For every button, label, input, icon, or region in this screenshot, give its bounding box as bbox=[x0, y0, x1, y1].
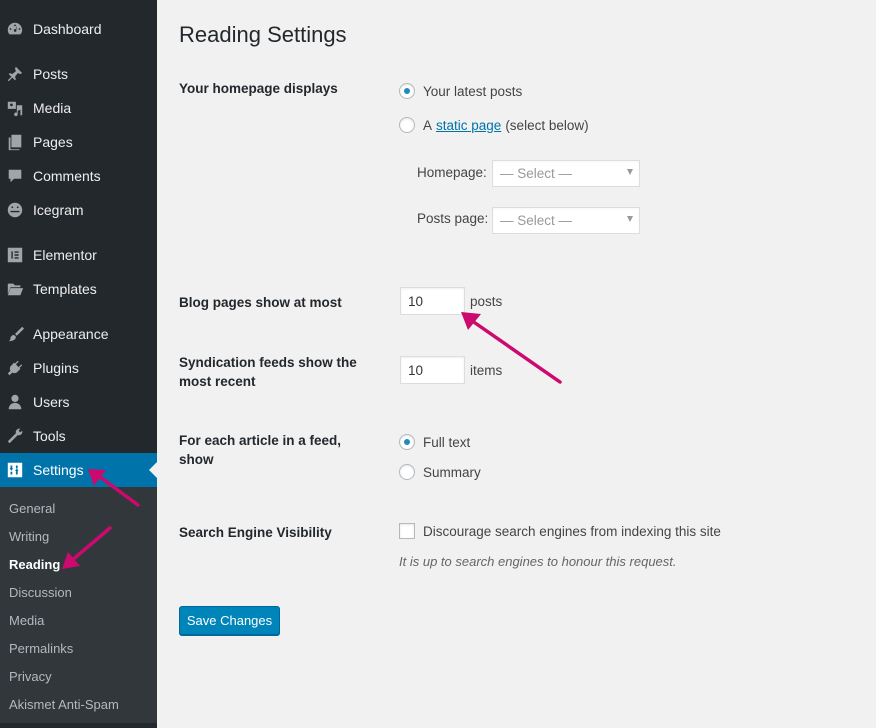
folder-icon bbox=[5, 279, 25, 299]
user-icon bbox=[5, 392, 25, 412]
latest-posts-label: Your latest posts bbox=[423, 83, 523, 99]
submenu-item-writing[interactable]: Writing bbox=[9, 529, 49, 544]
wrench-icon bbox=[5, 426, 25, 446]
sidebar-item-label: Icegram bbox=[33, 202, 84, 218]
summary-option[interactable]: Summary bbox=[399, 464, 481, 480]
syndication-label-line2: most recent bbox=[179, 374, 256, 389]
syndication-unit: items bbox=[470, 363, 503, 378]
sidebar-item-media[interactable]: Media bbox=[0, 91, 157, 125]
search-visibility-description: It is up to search engines to honour thi… bbox=[399, 554, 677, 569]
submenu-item-discussion[interactable]: Discussion bbox=[9, 585, 72, 600]
blog-pages-label: Blog pages show at most bbox=[179, 295, 342, 310]
sidebar-item-settings[interactable]: Settings bbox=[0, 453, 157, 487]
active-menu-pointer bbox=[149, 462, 157, 478]
static-page-link[interactable]: static page bbox=[436, 118, 501, 133]
posts-page-select-value: — Select — bbox=[500, 213, 573, 228]
sidebar-item-label: Tools bbox=[33, 428, 66, 444]
sidebar-item-comments[interactable]: Comments bbox=[0, 159, 157, 193]
summary-label: Summary bbox=[423, 464, 481, 480]
posts-page-select[interactable]: — Select — bbox=[492, 207, 640, 234]
elementor-icon bbox=[5, 245, 25, 265]
icegram-icon bbox=[5, 200, 25, 220]
feed-article-label: For each article in a feed, show bbox=[179, 433, 342, 467]
pages-icon bbox=[5, 132, 25, 152]
paintbrush-icon bbox=[5, 324, 25, 344]
search-visibility-label: Search Engine Visibility bbox=[179, 525, 332, 540]
submenu-item-permalinks[interactable]: Permalinks bbox=[9, 641, 73, 656]
homepage-select[interactable]: — Select — bbox=[492, 160, 640, 187]
sidebar-item-label: Posts bbox=[33, 66, 69, 82]
static-page-radio[interactable] bbox=[399, 117, 415, 133]
admin-sidebar: Dashboard Posts Media Pages Comments Ice… bbox=[0, 0, 157, 728]
sidebar-item-dashboard[interactable]: Dashboard bbox=[0, 12, 157, 46]
syndication-label-line1: Syndication feeds show the bbox=[179, 355, 357, 370]
chevron-down-icon bbox=[627, 169, 633, 175]
sidebar-item-label: Pages bbox=[33, 134, 73, 150]
sidebar-item-posts[interactable]: Posts bbox=[0, 57, 157, 91]
submenu-item-general[interactable]: General bbox=[9, 501, 55, 516]
media-icon bbox=[5, 98, 25, 118]
posts-page-select-label: Posts page: bbox=[417, 211, 489, 226]
discourage-search-label: Discourage search engines from indexing … bbox=[423, 523, 721, 539]
sidebar-item-users[interactable]: Users bbox=[0, 385, 157, 419]
submenu-item-reading[interactable]: Reading bbox=[9, 557, 60, 572]
syndication-input[interactable]: 10 bbox=[400, 356, 465, 384]
wp-admin-screen: Dashboard Posts Media Pages Comments Ice… bbox=[0, 0, 876, 728]
plug-icon bbox=[5, 358, 25, 378]
homepage-select-value: — Select — bbox=[500, 166, 573, 181]
sidebar-item-label: Templates bbox=[33, 281, 97, 297]
homepage-displays-label: Your homepage displays bbox=[179, 81, 338, 96]
full-text-option[interactable]: Full text bbox=[399, 434, 470, 450]
save-changes-button[interactable]: Save Changes bbox=[179, 606, 280, 635]
sidebar-item-tools[interactable]: Tools bbox=[0, 419, 157, 453]
sidebar-item-label: Plugins bbox=[33, 360, 79, 376]
static-page-suffix: (select below) bbox=[505, 117, 589, 133]
blog-pages-input[interactable]: 10 bbox=[400, 287, 465, 315]
full-text-label: Full text bbox=[423, 434, 471, 450]
dashboard-icon bbox=[5, 19, 25, 39]
sidebar-item-label: Appearance bbox=[33, 326, 109, 342]
static-page-prefix: A bbox=[423, 117, 433, 133]
sidebar-item-templates[interactable]: Templates bbox=[0, 272, 157, 306]
discourage-search-option[interactable]: Discourage search engines from indexing … bbox=[399, 523, 721, 539]
sidebar-item-pages[interactable]: Pages bbox=[0, 125, 157, 159]
full-text-radio[interactable] bbox=[399, 434, 415, 450]
pin-icon bbox=[5, 64, 25, 84]
sidebar-item-label: Dashboard bbox=[33, 21, 102, 37]
sidebar-item-elementor[interactable]: Elementor bbox=[0, 238, 157, 272]
latest-posts-option[interactable]: Your latest posts bbox=[399, 83, 522, 99]
chevron-down-icon bbox=[627, 216, 633, 222]
sidebar-item-label: Comments bbox=[33, 168, 101, 184]
submenu-item-media[interactable]: Media bbox=[9, 613, 44, 628]
syndication-label: Syndication feeds show the most recent bbox=[179, 353, 369, 391]
sidebar-item-label: Settings bbox=[33, 462, 84, 478]
submenu-item-privacy[interactable]: Privacy bbox=[9, 669, 52, 684]
discourage-search-checkbox[interactable] bbox=[399, 523, 415, 539]
submenu-item-akismet[interactable]: Akismet Anti-Spam bbox=[9, 697, 119, 712]
sidebar-item-label: Media bbox=[33, 100, 72, 116]
sidebar-item-label: Elementor bbox=[33, 247, 97, 263]
static-page-option[interactable]: A static page (select below) bbox=[399, 117, 589, 133]
page-title: Reading Settings bbox=[179, 22, 347, 47]
sidebar-item-icegram[interactable]: Icegram bbox=[0, 193, 157, 227]
comment-icon bbox=[5, 166, 25, 186]
sidebar-item-appearance[interactable]: Appearance bbox=[0, 317, 157, 351]
settings-icon bbox=[5, 460, 25, 480]
blog-pages-unit: posts bbox=[470, 294, 503, 309]
sidebar-item-plugins[interactable]: Plugins bbox=[0, 351, 157, 385]
latest-posts-radio[interactable] bbox=[399, 83, 415, 99]
settings-submenu: General Writing Reading Discussion Media… bbox=[0, 487, 157, 723]
homepage-select-label: Homepage: bbox=[417, 165, 487, 180]
sidebar-item-label: Users bbox=[33, 394, 70, 410]
summary-radio[interactable] bbox=[399, 464, 415, 480]
